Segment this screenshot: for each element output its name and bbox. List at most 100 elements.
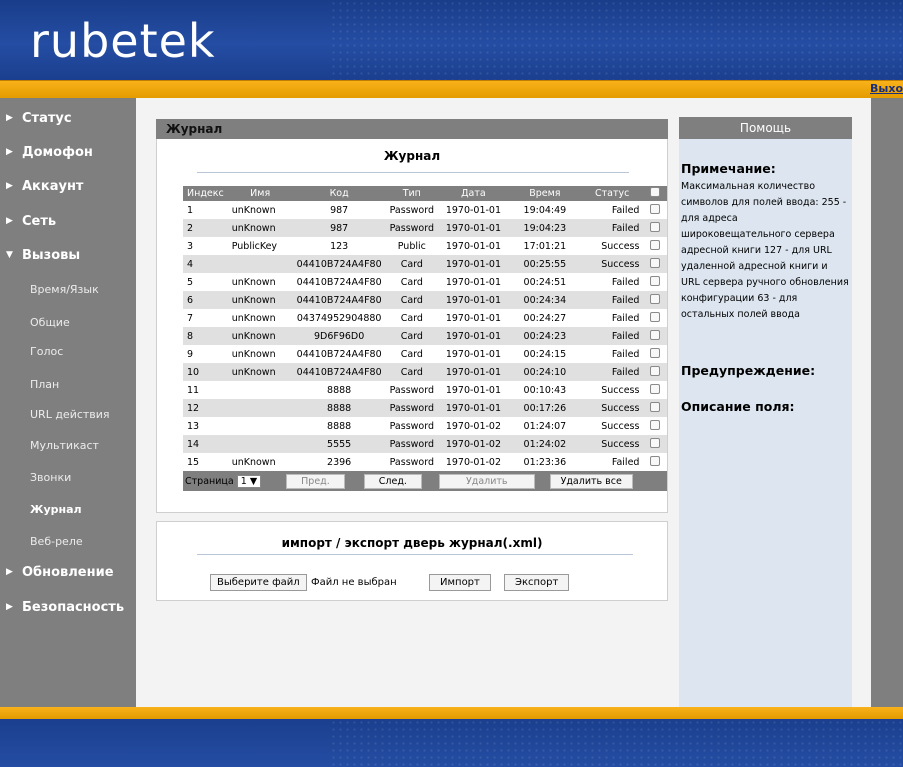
row-checkbox[interactable] <box>643 363 667 381</box>
table-row: 13 8888 Password 1970-01-02 01:24:07 Success <box>183 417 667 435</box>
checkbox-icon <box>650 365 661 376</box>
nav-update[interactable]: ▶ Обновление <box>0 565 136 580</box>
row-checkbox[interactable] <box>643 327 667 345</box>
checkbox-icon <box>650 455 661 466</box>
help-field-title: Описание поля: <box>681 399 795 414</box>
nav-sub-action-url[interactable]: URL действия <box>30 408 110 421</box>
cell-status: Failed <box>611 276 640 288</box>
rubetek-logo: rubetek <box>30 14 216 68</box>
cell-status: Success <box>601 384 640 396</box>
cell-name: unKnown <box>231 204 276 216</box>
row-checkbox[interactable] <box>643 345 667 363</box>
checkbox-icon <box>650 419 661 430</box>
nav-sub-plan[interactable]: План <box>30 378 59 391</box>
cell-status: Success <box>601 420 640 432</box>
next-page-button[interactable]: След. <box>363 473 422 489</box>
help-note-title: Примечание: <box>681 161 776 176</box>
cell-date: 1970-01-01 <box>445 240 502 252</box>
triangle-right-icon: ▶ <box>6 181 13 191</box>
cell-code: 8888 <box>327 420 352 432</box>
nav-calls[interactable]: ▼ Вызовы <box>0 248 136 263</box>
nav-sub-time-language[interactable]: Время/Язык <box>30 283 99 296</box>
cell-index: 9 <box>187 348 194 360</box>
cell-time: 00:24:23 <box>508 327 581 345</box>
cell-code: 8888 <box>292 399 386 417</box>
cell-type: Password <box>389 420 434 432</box>
table-row: 9 unKnown 04410B724A4F80 Card 1970-01-01 00:2… <box>183 345 667 363</box>
cell-index: 5 <box>187 276 194 288</box>
row-checkbox[interactable] <box>643 381 667 399</box>
footer-pattern <box>330 719 903 767</box>
cell-date: 1970-01-01 <box>438 399 509 417</box>
cell-name: unKnown <box>227 327 293 345</box>
cell-time: 01:24:07 <box>523 420 567 432</box>
cell-time: 00:24:27 <box>523 312 567 324</box>
cell-time: 00:25:55 <box>508 255 581 273</box>
cell-status: Success <box>601 240 640 252</box>
nav-sub-general[interactable]: Общие <box>30 316 70 329</box>
export-button[interactable]: Экспорт <box>504 574 570 591</box>
row-checkbox[interactable] <box>643 273 667 291</box>
cell-name <box>228 381 293 399</box>
nav-sub-multicast[interactable]: Мультикаст <box>30 439 99 452</box>
column-header-date: Дата <box>438 186 509 201</box>
cell-name: PublicKey <box>231 240 278 252</box>
row-checkbox[interactable] <box>643 237 667 255</box>
cell-time: 17:01:21 <box>523 240 567 252</box>
footer-banner <box>0 719 903 767</box>
divider <box>197 554 633 555</box>
row-checkbox[interactable] <box>643 399 667 417</box>
prev-page-button[interactable]: Пред. <box>286 473 345 489</box>
cell-type: Public <box>397 240 426 252</box>
checkbox-icon <box>650 383 661 394</box>
cell-time: 00:24:15 <box>523 348 567 360</box>
triangle-right-icon: ▶ <box>6 567 13 577</box>
cell-index: 4 <box>183 255 228 273</box>
nav-network[interactable]: ▶ Сеть <box>0 214 136 229</box>
divider <box>197 172 629 173</box>
cell-name: unKnown <box>231 276 276 288</box>
nav-sub-journal[interactable]: Журнал <box>30 503 82 516</box>
nav-sub-calls[interactable]: Звонки <box>30 471 71 484</box>
cell-date: 1970-01-01 <box>445 348 502 360</box>
cell-index: 1 <box>187 204 194 216</box>
delete-all-button[interactable]: Удалить все <box>549 473 633 489</box>
nav-sub-voice[interactable]: Голос <box>30 345 63 358</box>
nav-account[interactable]: ▶ Аккаунт <box>0 179 136 194</box>
nav-intercom[interactable]: ▶ Домофон <box>0 145 136 160</box>
row-checkbox[interactable] <box>643 201 667 219</box>
triangle-right-icon: ▶ <box>6 113 13 123</box>
checkbox-icon <box>650 329 661 340</box>
row-checkbox[interactable] <box>643 309 667 327</box>
checkbox-icon <box>650 293 661 304</box>
cell-name: unKnown <box>227 363 293 381</box>
nav-status[interactable]: ▶ Статус <box>0 111 136 126</box>
import-button[interactable]: Импорт <box>429 574 491 591</box>
page-select[interactable]: 1 ▼ <box>236 474 262 488</box>
nav-security[interactable]: ▶ Безопасность <box>0 600 136 615</box>
cell-date: 1970-01-01 <box>438 363 509 381</box>
delete-button[interactable]: Удалить <box>438 473 535 489</box>
cell-index: 7 <box>187 312 194 324</box>
row-checkbox[interactable] <box>643 453 667 471</box>
cell-date: 1970-01-02 <box>445 456 502 468</box>
cell-type: Card <box>400 348 423 360</box>
row-checkbox[interactable] <box>643 255 667 273</box>
choose-file-button[interactable]: Выберите файл <box>210 574 307 591</box>
header-banner: rubetek <box>0 0 903 80</box>
row-checkbox[interactable] <box>643 219 667 237</box>
triangle-right-icon: ▶ <box>6 602 13 612</box>
logout-link[interactable]: Выхо <box>870 82 903 95</box>
table-row: 3 PublicKey 123 Public 1970-01-01 17:01:21 Suc… <box>183 237 667 255</box>
cell-code: 9D6F96D0 <box>292 327 386 345</box>
cell-status: Failed <box>611 204 640 216</box>
cell-date: 1970-01-01 <box>445 204 502 216</box>
row-checkbox[interactable] <box>643 291 667 309</box>
nav-sub-web-relay[interactable]: Веб-реле <box>30 535 83 548</box>
select-all-checkbox[interactable] <box>643 186 667 201</box>
row-checkbox[interactable] <box>643 417 667 435</box>
checkbox-icon <box>650 203 661 214</box>
row-checkbox[interactable] <box>643 435 667 453</box>
checkbox-icon <box>650 275 661 286</box>
cell-type: Card <box>400 312 423 324</box>
